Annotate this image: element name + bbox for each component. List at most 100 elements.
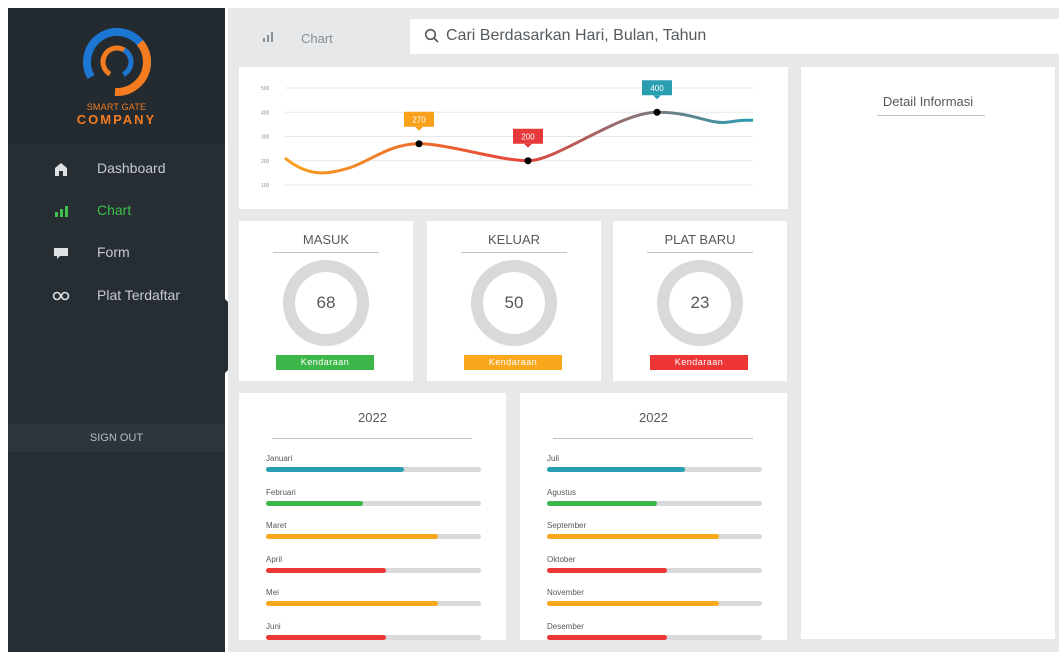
month-label: Maret xyxy=(266,521,287,530)
progress-fill xyxy=(547,467,685,472)
stat-value: 50 xyxy=(504,293,524,312)
data-point[interactable]: 400 xyxy=(642,80,672,116)
sidebar-item-label: Plat Terdaftar xyxy=(97,287,181,303)
sidebar-item-label: Dashboard xyxy=(97,160,166,176)
month-label: Januari xyxy=(266,454,293,463)
divider xyxy=(553,438,753,439)
month-label: Februari xyxy=(266,487,296,497)
stat-title: PLAT BARU xyxy=(664,232,736,247)
progress-track xyxy=(547,601,762,606)
month-progress-row: April xyxy=(266,555,481,585)
progress-fill xyxy=(266,634,387,640)
progress-track xyxy=(547,467,762,472)
progress-fill xyxy=(547,634,668,640)
data-point-marker xyxy=(524,157,532,165)
stat-title: MASUK xyxy=(302,232,350,247)
progress-track xyxy=(266,500,481,506)
month-progress-row: Juni xyxy=(266,622,481,652)
progress-track xyxy=(547,534,762,539)
month-label: Juli xyxy=(547,454,560,463)
divider xyxy=(877,115,985,116)
status-badge: Kendaraan xyxy=(276,355,374,370)
y-tick-label: 200 xyxy=(261,159,270,165)
donut-ring: 68 xyxy=(283,260,369,346)
sidebar-item-label: Chart xyxy=(97,202,132,218)
year-card-second-half: 2022 Juli Agustus September Oktober November… xyxy=(520,393,787,640)
progress-track xyxy=(266,634,481,640)
detail-title: Detail Informasi xyxy=(882,94,974,109)
bar-chart-icon xyxy=(263,32,273,42)
sign-out-button[interactable]: SIGN OUT xyxy=(8,424,225,452)
month-label: April xyxy=(266,554,283,564)
month-label: Desember xyxy=(547,621,584,631)
progress-track xyxy=(266,534,481,539)
month-progress-row: September xyxy=(547,521,762,551)
data-label-pointer xyxy=(415,126,423,131)
stat-value: 68 xyxy=(316,293,336,312)
progress-track xyxy=(266,567,481,573)
sidebar-item-plat-terdaftar[interactable]: Plat Terdaftar xyxy=(8,278,225,314)
search-box[interactable] xyxy=(410,19,1059,54)
month-progress-row: November xyxy=(547,588,762,618)
bar-chart-icon xyxy=(55,206,68,217)
divider xyxy=(647,252,753,253)
month-progress-row: Agustus xyxy=(547,488,762,518)
stat-value: 23 xyxy=(690,293,710,312)
month-label: Juni xyxy=(266,621,281,631)
brand-line2: COMPANY xyxy=(76,112,157,127)
sidebar-item-label: Form xyxy=(97,244,130,260)
y-tick-label: 100 xyxy=(261,183,270,189)
month-progress-row: Februari xyxy=(266,488,481,518)
logo-area: SMART GATE COMPANY xyxy=(8,8,225,144)
sidebar-item-form[interactable]: Form xyxy=(8,235,225,271)
month-progress-row: Desember xyxy=(547,622,762,652)
progress-fill xyxy=(266,467,404,472)
line-chart-card: 100 200 300 400 500 270 200 400 xyxy=(239,67,788,209)
progress-track xyxy=(266,601,481,606)
progress-track xyxy=(547,500,762,506)
month-label: September xyxy=(547,521,587,530)
month-label: Oktober xyxy=(547,554,576,564)
data-label: 270 xyxy=(412,115,426,124)
link-icon xyxy=(52,291,70,301)
data-label-pointer xyxy=(524,143,532,148)
stat-card-plat-baru: PLAT BARU 23 Kendaraan xyxy=(613,221,787,381)
y-tick-label: 300 xyxy=(261,135,270,141)
search-icon xyxy=(424,28,439,43)
divider xyxy=(272,438,472,439)
month-label: Mei xyxy=(266,588,279,597)
sidebar-item-dashboard[interactable]: Dashboard xyxy=(8,151,225,187)
main-content: Chart 100 200 300 400 500 270 200 400 MASUK 68… xyxy=(228,8,1059,652)
stat-card-masuk: MASUK 68 Kendaraan xyxy=(239,221,413,381)
search-input[interactable] xyxy=(446,27,1006,45)
stat-card-keluar: KELUAR 50 Kendaraan xyxy=(427,221,601,381)
divider xyxy=(273,252,379,253)
year-title: 2022 xyxy=(358,410,387,425)
divider xyxy=(461,252,567,253)
data-point[interactable]: 270 xyxy=(404,111,434,148)
status-badge: Kendaraan xyxy=(464,355,562,370)
progress-track xyxy=(266,467,481,472)
data-label: 200 xyxy=(521,132,535,141)
message-icon xyxy=(54,248,68,259)
donut-ring: 50 xyxy=(471,260,557,346)
data-point-marker xyxy=(415,140,423,148)
home-icon xyxy=(55,163,67,176)
brand-line1: SMART GATE xyxy=(86,102,147,112)
company-logo xyxy=(83,28,151,96)
progress-fill xyxy=(547,500,657,506)
progress-fill xyxy=(547,534,719,539)
month-progress-row: Mei xyxy=(266,588,481,618)
progress-fill xyxy=(266,500,363,506)
data-label-pointer xyxy=(653,95,661,100)
progress-track xyxy=(547,567,762,573)
progress-fill xyxy=(547,567,668,573)
y-tick-label: 500 xyxy=(261,86,270,92)
progress-fill xyxy=(266,534,438,539)
sidebar-item-chart[interactable]: Chart xyxy=(8,193,225,229)
month-progress-row: Maret xyxy=(266,521,481,551)
data-point-marker xyxy=(653,108,661,116)
stat-title: KELUAR xyxy=(487,232,541,247)
data-label: 400 xyxy=(650,84,664,93)
month-label: Agustus xyxy=(547,487,576,497)
